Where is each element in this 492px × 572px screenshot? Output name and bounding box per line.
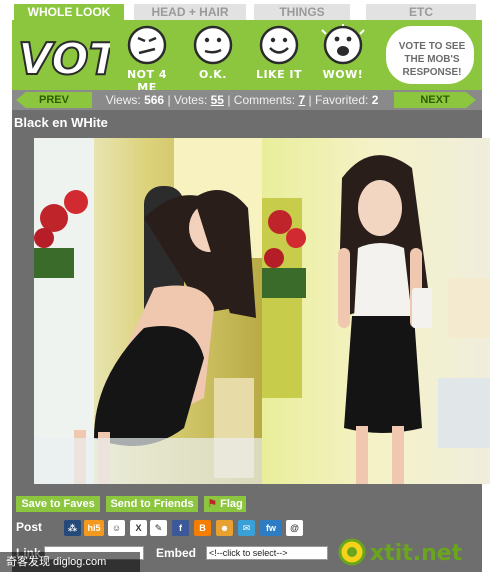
next-button[interactable]: NEXT — [394, 92, 476, 108]
xanga-icon[interactable]: X — [130, 520, 147, 536]
favorited-label: Favorited: — [315, 93, 369, 107]
flag-button[interactable]: ⚑ Flag — [204, 496, 246, 512]
post-panel: Black en WHite Save to Faves Send to Fri… — [12, 110, 490, 572]
vote-logo: VOTE — [17, 33, 110, 82]
watermark-diglog: 奇客发现 diglog.com — [0, 552, 140, 572]
neutral-face-icon — [193, 25, 233, 65]
hi5-icon[interactable]: hi5 — [84, 520, 104, 536]
post-title: Black en WHite — [14, 115, 108, 130]
post-label: Post — [16, 520, 43, 534]
votes-label: Votes: — [173, 93, 208, 107]
vote-wow-button[interactable]: WOW! — [312, 24, 374, 88]
stats-separator: | — [167, 93, 171, 107]
vote-like-it-button[interactable]: LIKE IT — [248, 24, 310, 88]
embed-label: Embed — [156, 546, 197, 560]
vote-like-it-label: LIKE IT — [255, 68, 303, 81]
outfit-photo-front[interactable] — [262, 138, 490, 484]
stats-separator: | — [308, 93, 312, 107]
stats-separator: | — [227, 93, 231, 107]
post-stats: Views: 566 | Votes: 55 | Comments: 7 | F… — [94, 92, 390, 108]
vote-ok-label: O.K. — [199, 68, 227, 81]
comments-label: Comments: — [233, 93, 296, 107]
flag-icon: ⚑ — [207, 498, 218, 510]
tab-things[interactable]: THINGS — [254, 4, 350, 20]
vote-ok-button[interactable]: O.K. — [182, 24, 244, 88]
outfit-photo-back[interactable] — [34, 138, 262, 484]
wow-face-icon — [321, 24, 365, 65]
send-to-friends-button[interactable]: Send to Friends — [106, 496, 198, 512]
category-tabs: WHOLE LOOK HEAD + HAIR THINGS ETC — [0, 0, 492, 22]
vote-not-4-me-button[interactable]: NOT 4 ME — [116, 24, 178, 94]
watermark-xtit: xtit.net — [338, 538, 463, 566]
grumpy-face-icon — [127, 25, 167, 65]
outfit-photo-front-image — [262, 138, 490, 484]
pencil-icon[interactable]: ✎ — [150, 520, 167, 536]
chat-bubble-icon[interactable]: ✉ — [238, 520, 255, 536]
vote-prompt-text: VOTE TO SEE THE MOB'S RESPONSE! — [398, 41, 466, 78]
votes-link[interactable]: 55 — [211, 93, 224, 107]
embed-field[interactable] — [206, 546, 328, 560]
facebook-icon[interactable]: f — [172, 520, 189, 536]
tab-whole-look[interactable]: WHOLE LOOK — [14, 4, 124, 20]
smile-face-icon — [259, 25, 299, 65]
blogger-icon[interactable]: B — [194, 520, 211, 536]
tagged-icon[interactable]: @ — [286, 520, 303, 536]
save-to-faves-button[interactable]: Save to Faves — [16, 496, 100, 512]
views-count: 566 — [144, 93, 165, 107]
comments-link[interactable]: 7 — [299, 93, 306, 107]
smiley-icon[interactable]: ☺ — [108, 520, 125, 536]
vote-bar: VOTE NOT 4 ME O.K. LIKE IT — [12, 20, 482, 94]
bebo-icon[interactable]: ☻ — [216, 520, 233, 536]
prev-button[interactable]: PREV — [16, 92, 92, 108]
vote-wow-label: WOW! — [322, 68, 364, 81]
favorited-count: 2 — [371, 93, 379, 107]
flag-label: Flag — [220, 498, 243, 510]
myspace-icon[interactable]: ⁂ — [64, 520, 81, 536]
vote-logo-text: VOTE — [18, 34, 110, 82]
vote-prompt-bubble: VOTE TO SEE THE MOB'S RESPONSE! — [386, 26, 474, 84]
fw-icon[interactable]: fw — [260, 520, 282, 536]
outfit-photo-back-image — [34, 138, 262, 484]
watermark-xtit-text: xtit.net — [370, 541, 463, 566]
tab-head-hair[interactable]: HEAD + HAIR — [134, 4, 246, 20]
views-label: Views: — [105, 93, 141, 107]
stats-bar: PREV Views: 566 | Votes: 55 | Comments: … — [12, 90, 482, 110]
tab-etc[interactable]: ETC — [366, 4, 476, 20]
